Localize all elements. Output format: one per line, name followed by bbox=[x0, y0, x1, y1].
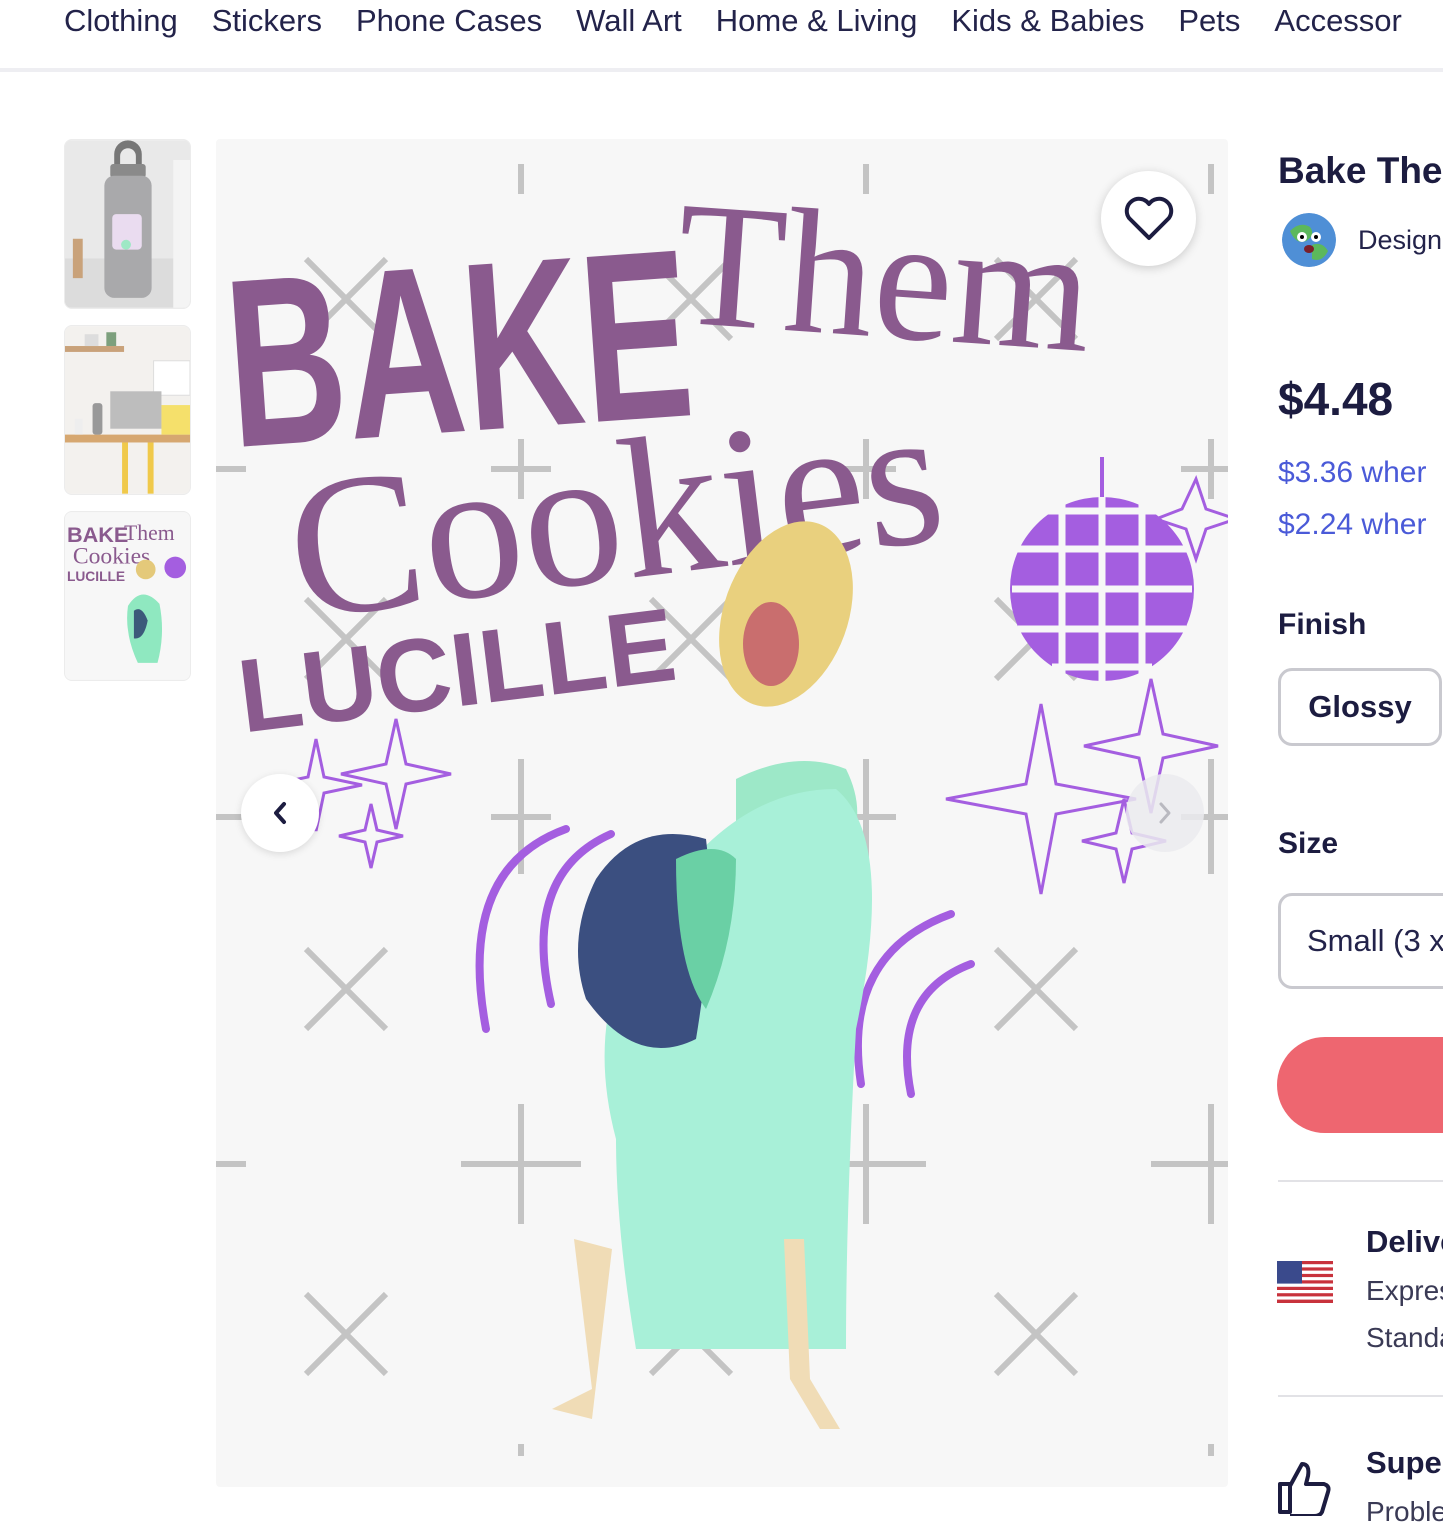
bulk-price-tier-2: $2.24 wher bbox=[1278, 508, 1427, 541]
previous-image-button[interactable] bbox=[241, 774, 319, 852]
finish-label: Finish bbox=[1278, 608, 1367, 641]
designer-text: Design bbox=[1358, 224, 1443, 255]
delivery-express: Expres bbox=[1366, 1275, 1443, 1306]
water-bottle-image bbox=[65, 140, 190, 308]
nav-item-phone-cases[interactable]: Phone Cases bbox=[356, 3, 542, 39]
nav-item-home-living[interactable]: Home & Living bbox=[716, 3, 918, 39]
svg-text:LUCILLE: LUCILLE bbox=[67, 569, 125, 584]
svg-text:Them: Them bbox=[124, 521, 175, 545]
artwork-image: BAKE Them Cookies LUCILLE bbox=[216, 164, 1228, 1456]
earth-avatar-icon bbox=[1282, 213, 1336, 267]
add-to-cart-button[interactable] bbox=[1277, 1037, 1443, 1133]
designer-link[interactable]: Design bbox=[1282, 213, 1442, 267]
size-select-value: Small (3 x bbox=[1307, 923, 1443, 958]
finish-option-glossy[interactable]: Glossy bbox=[1278, 668, 1442, 746]
design-thumbnail-image: BAKE Them Cookies LUCILLE bbox=[65, 512, 190, 680]
nav-item-accessories[interactable]: Accessor bbox=[1274, 3, 1401, 39]
nav-item-wall-art[interactable]: Wall Art bbox=[576, 3, 682, 39]
product-price: $4.48 bbox=[1278, 373, 1394, 425]
bulk-price-tier-1: $3.36 wher bbox=[1278, 456, 1427, 489]
room-scene-image bbox=[65, 326, 190, 494]
support-title: Supe bbox=[1366, 1445, 1442, 1480]
heart-icon bbox=[1124, 196, 1173, 240]
thumbnail-design[interactable]: BAKE Them Cookies LUCILLE bbox=[64, 511, 191, 681]
thumbs-up-icon bbox=[1278, 1462, 1331, 1516]
main-product-image: BAKE Them Cookies LUCILLE bbox=[216, 139, 1228, 1487]
delivery-title: Delive bbox=[1366, 1224, 1443, 1259]
nav-item-clothing[interactable]: Clothing bbox=[64, 3, 178, 39]
favorite-button[interactable] bbox=[1101, 171, 1196, 266]
avatar bbox=[1282, 213, 1336, 267]
nav-item-pets[interactable]: Pets bbox=[1178, 3, 1240, 39]
top-nav: Clothing Stickers Phone Cases Wall Art H… bbox=[0, 0, 1443, 72]
chevron-right-icon bbox=[1159, 802, 1171, 824]
thumbnail-room-scene[interactable] bbox=[64, 325, 191, 495]
svg-text:Them: Them bbox=[670, 164, 1098, 390]
thumbnail-water-bottle[interactable] bbox=[64, 139, 191, 309]
delivery-standard: Standa bbox=[1366, 1322, 1443, 1353]
size-label: Size bbox=[1278, 827, 1339, 860]
next-image-button[interactable] bbox=[1126, 774, 1204, 852]
divider bbox=[1278, 1395, 1443, 1397]
chevron-left-icon bbox=[274, 802, 286, 824]
product-title: Bake The bbox=[1278, 150, 1443, 191]
nav-item-kids-babies[interactable]: Kids & Babies bbox=[951, 3, 1144, 39]
category-list: Clothing Stickers Phone Cases Wall Art H… bbox=[64, 3, 1436, 39]
support-line: Proble bbox=[1366, 1496, 1443, 1525]
nav-item-stickers[interactable]: Stickers bbox=[212, 3, 322, 39]
divider bbox=[1278, 1180, 1443, 1182]
size-select[interactable]: Small (3 x bbox=[1278, 893, 1443, 989]
us-flag-icon bbox=[1277, 1261, 1333, 1303]
